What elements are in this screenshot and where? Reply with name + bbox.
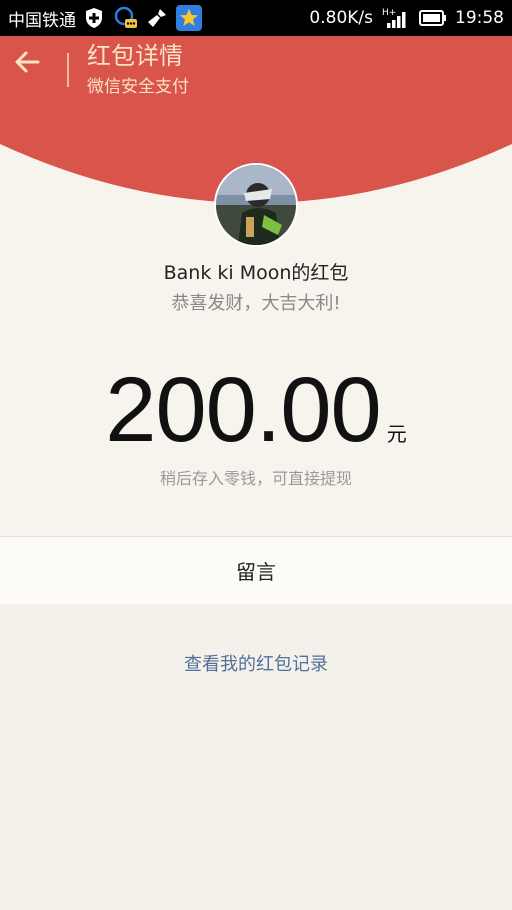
signal-icon: H+ <box>381 6 411 30</box>
view-records-link[interactable]: 查看我的红包记录 <box>0 650 512 676</box>
message-label: 留言 <box>236 560 276 584</box>
network-speed: 0.80K/s <box>309 8 373 28</box>
status-left: 中国铁通 <box>0 5 202 31</box>
sender-name: Bank ki Moon的红包 <box>163 262 349 284</box>
header-divider <box>67 53 69 87</box>
amount-display: 200.00 元 <box>0 362 512 458</box>
avatar-photo <box>216 165 296 245</box>
clock: 19:58 <box>455 8 504 28</box>
battery-icon <box>419 10 447 26</box>
chat-bot-icon <box>112 5 138 31</box>
deposit-note: 稍后存入零钱，可直接提现 <box>159 469 352 488</box>
greeting-text: 恭喜发财，大吉大利! <box>171 293 341 314</box>
carrier-name: 中国铁通 <box>8 10 76 31</box>
amount-value: 200.00 <box>105 359 381 461</box>
back-button[interactable] <box>14 50 54 90</box>
message-button[interactable]: 留言 <box>0 536 512 604</box>
status-right: 0.80K/s H+ 19:58 <box>309 6 512 30</box>
status-bar: 中国铁通 0.80K/s H+ 19:58 <box>0 0 512 36</box>
shield-icon <box>84 7 104 29</box>
view-records-label: 查看我的红包记录 <box>184 654 328 675</box>
page-title: 红包详情 <box>87 42 183 70</box>
amount-unit: 元 <box>386 422 407 446</box>
avatar[interactable] <box>214 163 298 247</box>
network-type: H+ <box>382 8 396 18</box>
broom-icon <box>146 7 168 29</box>
page-subtitle: 微信安全支付 <box>87 77 189 97</box>
back-arrow-icon <box>15 51 40 73</box>
star-app-icon <box>176 5 202 31</box>
